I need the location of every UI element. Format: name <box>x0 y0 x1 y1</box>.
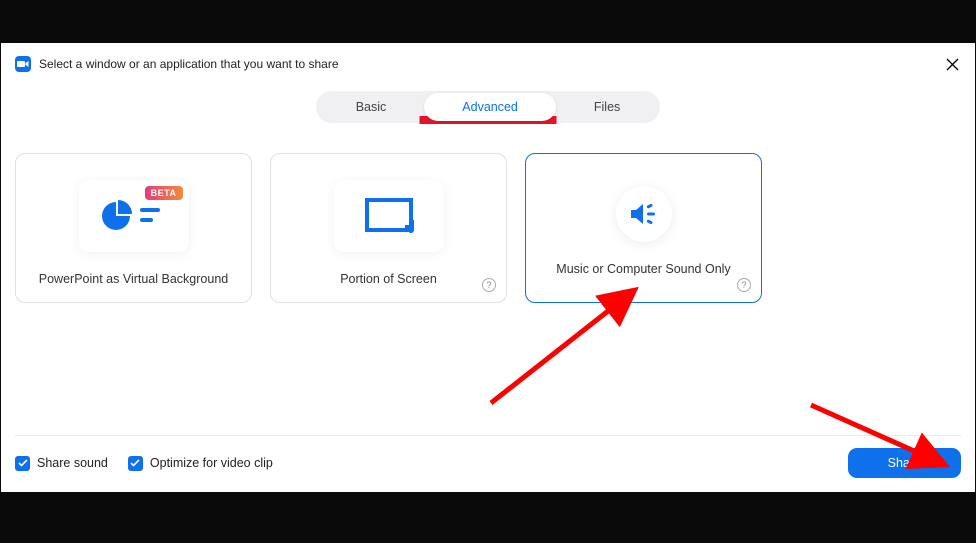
card-portion-of-screen[interactable]: Portion of Screen ? <box>270 153 507 303</box>
beta-badge: BETA <box>145 186 183 200</box>
share-options-row: BETA PowerPoint as Virtual Background Po… <box>15 153 961 303</box>
tab-basic[interactable]: Basic <box>318 93 425 121</box>
portion-icon-wrap <box>334 180 444 252</box>
tab-advanced[interactable]: Advanced <box>424 93 556 121</box>
checkbox-optimize-video[interactable]: Optimize for video clip <box>128 456 273 471</box>
zoom-logo-icon <box>15 56 31 72</box>
card-music-computer-sound[interactable]: Music or Computer Sound Only ? <box>525 153 762 303</box>
powerpoint-icon <box>102 196 166 236</box>
card-powerpoint-background[interactable]: BETA PowerPoint as Virtual Background <box>15 153 252 303</box>
card-label: Music or Computer Sound Only <box>556 262 730 276</box>
checkbox-share-sound[interactable]: Share sound <box>15 456 108 471</box>
tab-files[interactable]: Files <box>556 93 658 121</box>
share-button[interactable]: Share <box>848 448 961 478</box>
tab-pill: Basic Advanced Files <box>316 91 661 123</box>
checkbox-label: Share sound <box>37 456 108 470</box>
tab-group: Basic Advanced Files <box>15 91 961 123</box>
dialog-header: Select a window or an application that y… <box>15 55 961 73</box>
checkbox-label: Optimize for video clip <box>150 456 273 470</box>
portion-of-screen-icon <box>364 197 414 235</box>
dialog-title: Select a window or an application that y… <box>39 57 935 71</box>
close-button[interactable] <box>943 55 961 73</box>
checkbox-icon <box>128 456 143 471</box>
close-icon <box>946 58 959 71</box>
card-label: Portion of Screen <box>340 272 437 286</box>
speaker-icon <box>629 202 659 226</box>
dialog-footer: Share sound Optimize for video clip Shar… <box>15 435 961 478</box>
share-screen-dialog: Select a window or an application that y… <box>1 43 975 492</box>
sound-icon-wrap <box>616 186 672 242</box>
help-icon[interactable]: ? <box>737 278 751 292</box>
checkbox-icon <box>15 456 30 471</box>
powerpoint-icon-wrap: BETA <box>79 180 189 252</box>
card-label: PowerPoint as Virtual Background <box>39 272 228 286</box>
help-icon[interactable]: ? <box>482 278 496 292</box>
